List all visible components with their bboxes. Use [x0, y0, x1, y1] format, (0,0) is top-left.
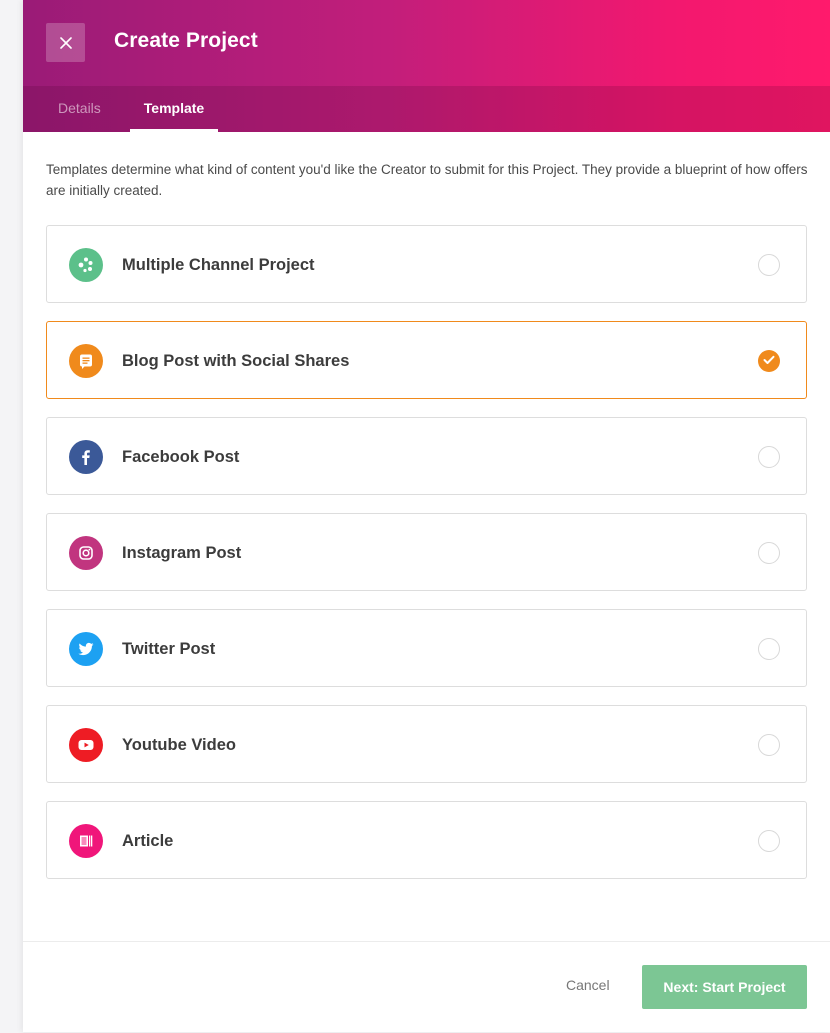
template-option-label: Instagram Post — [122, 544, 242, 562]
template-option-facebook[interactable]: Facebook Post — [46, 417, 807, 495]
close-button[interactable] — [46, 23, 85, 62]
blog-post-icon — [69, 344, 103, 378]
template-option-label: Facebook Post — [122, 448, 240, 466]
tab-template-label: Template — [143, 100, 205, 116]
close-icon — [59, 36, 72, 49]
cancel-button[interactable]: Cancel — [566, 977, 610, 993]
template-option-article[interactable]: Article — [46, 801, 807, 879]
article-icon — [69, 824, 103, 858]
tab-template[interactable]: Template — [130, 86, 218, 132]
radio-button[interactable] — [758, 542, 780, 564]
template-option-label: Blog Post with Social Shares — [122, 352, 350, 370]
template-option-label: Article — [122, 832, 174, 850]
youtube-icon — [69, 728, 103, 762]
instagram-icon — [69, 536, 103, 570]
template-option-label: Twitter Post — [122, 640, 216, 658]
template-option-twitter[interactable]: Twitter Post — [46, 609, 807, 687]
template-option-blog-post[interactable]: Blog Post with Social Shares — [46, 321, 807, 399]
radio-button-checked[interactable] — [758, 350, 780, 372]
template-option-multiple-channel[interactable]: Multiple Channel Project — [46, 225, 807, 303]
template-description: Templates determine what kind of content… — [46, 162, 808, 198]
radio-button[interactable] — [758, 638, 780, 660]
create-project-panel: Create Project Details Template Template… — [23, 0, 830, 1032]
facebook-icon — [69, 440, 103, 474]
radio-button[interactable] — [758, 446, 780, 468]
multi-channel-icon — [69, 248, 103, 282]
next-start-project-button[interactable]: Next: Start Project — [642, 965, 807, 1009]
header: Create Project Details Template — [23, 0, 830, 132]
template-option-instagram[interactable]: Instagram Post — [46, 513, 807, 591]
template-list: Multiple Channel Project Blog Post with … — [46, 225, 807, 897]
template-option-label: Youtube Video — [122, 736, 236, 754]
template-option-youtube[interactable]: Youtube Video — [46, 705, 807, 783]
radio-button[interactable] — [758, 830, 780, 852]
tab-bar: Details Template — [23, 86, 830, 132]
tab-details[interactable]: Details — [58, 86, 101, 132]
radio-button[interactable] — [758, 254, 780, 276]
footer: Cancel Next: Start Project — [23, 941, 830, 1033]
active-tab-indicator — [130, 129, 218, 132]
checkmark-icon — [763, 352, 775, 370]
page-title: Create Project — [114, 29, 258, 52]
radio-button[interactable] — [758, 734, 780, 756]
template-option-label: Multiple Channel Project — [122, 256, 315, 274]
twitter-icon — [69, 632, 103, 666]
